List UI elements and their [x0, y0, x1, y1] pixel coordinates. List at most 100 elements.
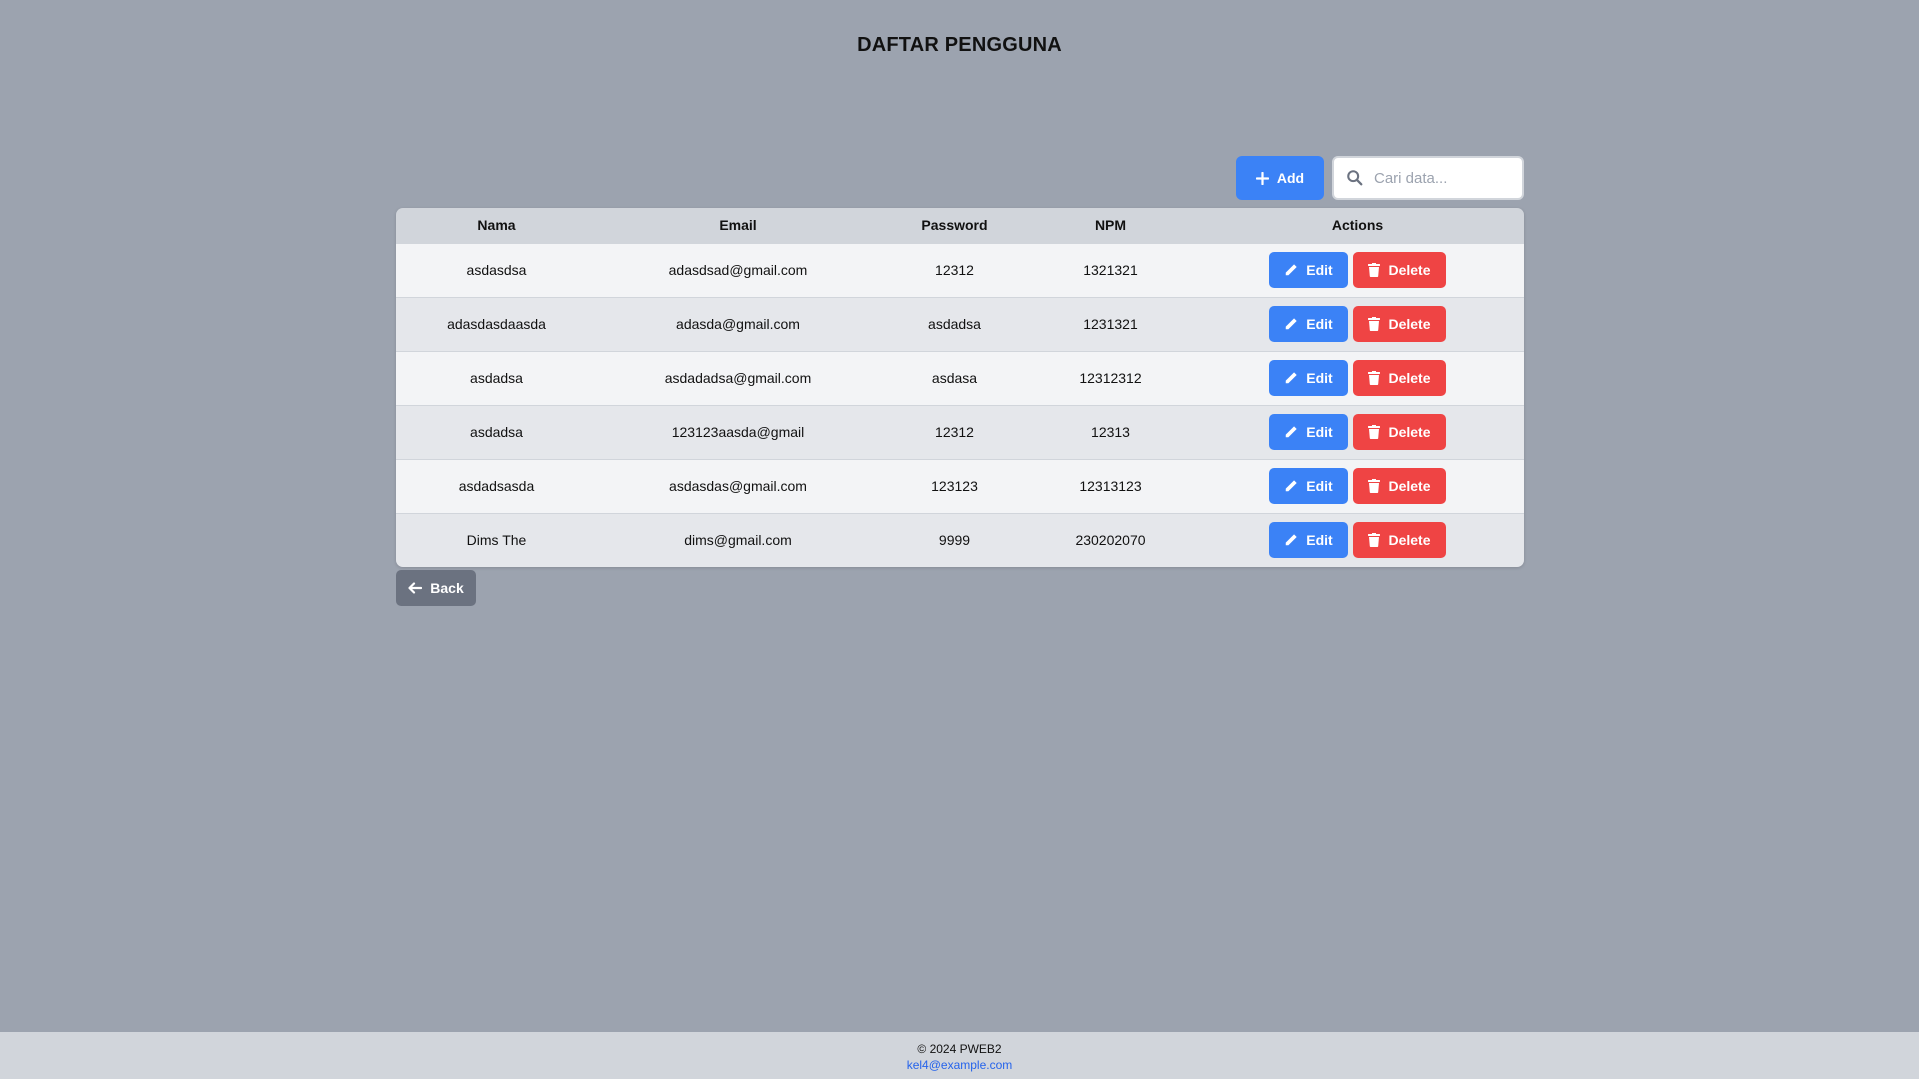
- cell-npm: 1231321: [1083, 316, 1138, 332]
- pencil-icon: [1286, 318, 1297, 330]
- cell-actions: Edit Delete: [1191, 459, 1524, 513]
- cell-password: asdadsa: [928, 316, 981, 332]
- cell-nama: asdadsa: [470, 370, 523, 386]
- arrow-left-icon: [408, 582, 423, 594]
- header-password: Password: [921, 217, 988, 234]
- users-table-container: Nama Email Password NPM Actions asdasdsa…: [396, 208, 1524, 567]
- cell-actions: Edit Delete: [1191, 405, 1524, 459]
- cell-nama: asdadsasda: [458, 478, 535, 494]
- header-nama: Nama: [477, 217, 516, 234]
- cell-email: adasdsad@gmail.com: [668, 262, 808, 278]
- back-button[interactable]: Back: [396, 570, 476, 606]
- delete-button-label: Delete: [1388, 532, 1431, 548]
- delete-button[interactable]: Delete: [1353, 252, 1446, 288]
- table-row: asdasdsa adasdsad@gmail.com 12312 1321321 Ed…: [396, 243, 1524, 297]
- cell-password: 12312: [935, 424, 974, 440]
- row-actions: Edit Delete: [1191, 406, 1524, 459]
- cell-npm: 12313123: [1079, 478, 1142, 494]
- table-row: asdadsa asdadadsa@gmail.com asdasa 12312312…: [396, 351, 1524, 405]
- edit-button[interactable]: Edit: [1269, 522, 1348, 558]
- trash-icon: [1368, 263, 1381, 277]
- table-body: asdasdsa adasdsad@gmail.com 12312 1321321 Ed…: [396, 243, 1524, 567]
- footer-copyright: © 2024 PWEB2: [917, 1042, 1002, 1056]
- pencil-icon: [1286, 480, 1297, 492]
- header-email: Email: [719, 217, 757, 234]
- delete-button-label: Delete: [1388, 370, 1431, 386]
- row-actions: Edit Delete: [1191, 352, 1524, 405]
- cell-password: asdasa: [931, 370, 978, 386]
- cell-actions: Edit Delete: [1191, 513, 1524, 567]
- trash-icon: [1368, 371, 1381, 385]
- cell-npm: 1321321: [1083, 262, 1138, 278]
- cell-npm: 12313: [1091, 424, 1130, 440]
- cell-email: 123123aasda@gmail: [671, 424, 805, 440]
- delete-button[interactable]: Delete: [1353, 522, 1446, 558]
- header-actions: Actions: [1331, 217, 1384, 234]
- delete-button[interactable]: Delete: [1353, 306, 1446, 342]
- edit-button-label: Edit: [1306, 532, 1333, 548]
- footer-email-link[interactable]: kel4@example.com: [0, 1057, 1919, 1073]
- plus-icon: [1255, 171, 1269, 185]
- cell-actions: Edit Delete: [1191, 351, 1524, 405]
- footer: © 2024 PWEB2 kel4@example.com: [0, 1032, 1919, 1079]
- cell-nama: Dims The: [466, 532, 527, 548]
- trash-icon: [1368, 479, 1381, 493]
- row-actions: Edit Delete: [1191, 460, 1524, 513]
- search-box[interactable]: [1332, 156, 1524, 200]
- delete-button-label: Delete: [1388, 262, 1431, 278]
- add-button-label: Add: [1276, 170, 1305, 186]
- edit-button[interactable]: Edit: [1269, 414, 1348, 450]
- delete-button-label: Delete: [1388, 316, 1431, 332]
- cell-actions: Edit Delete: [1191, 297, 1524, 351]
- cell-nama: adasdasdaasda: [447, 316, 546, 332]
- trash-icon: [1368, 317, 1381, 331]
- edit-button-label: Edit: [1306, 370, 1333, 386]
- back-button-label: Back: [430, 580, 464, 596]
- trash-icon: [1368, 533, 1381, 547]
- edit-button-label: Edit: [1306, 262, 1333, 278]
- pencil-icon: [1286, 372, 1297, 384]
- pencil-icon: [1286, 264, 1297, 276]
- edit-button[interactable]: Edit: [1269, 306, 1348, 342]
- table-row: asdadsa 123123aasda@gmail 12312 12313 Edit De…: [396, 405, 1524, 459]
- edit-button[interactable]: Edit: [1269, 360, 1348, 396]
- row-actions: Edit Delete: [1191, 514, 1524, 567]
- cell-nama: asdadsa: [470, 424, 523, 440]
- table-row: asdadsasda asdasdas@gmail.com 123123 123131…: [396, 459, 1524, 513]
- delete-button[interactable]: Delete: [1353, 468, 1446, 504]
- trash-icon: [1368, 425, 1381, 439]
- pencil-icon: [1286, 534, 1297, 546]
- edit-button-label: Edit: [1306, 478, 1333, 494]
- cell-email: dims@gmail.com: [684, 532, 792, 548]
- cell-npm: 12312312: [1079, 370, 1142, 386]
- table-header: Nama Email Password NPM Actions: [396, 208, 1524, 243]
- row-actions: Edit Delete: [1191, 298, 1524, 351]
- add-button[interactable]: Add: [1236, 156, 1324, 200]
- cell-nama: asdasdsa: [466, 262, 527, 278]
- edit-button[interactable]: Edit: [1269, 252, 1348, 288]
- cell-npm: 230202070: [1075, 532, 1146, 548]
- delete-button-label: Delete: [1388, 424, 1431, 440]
- page-title: DAFTAR PENGGUNA: [857, 34, 1062, 56]
- search-icon: [1347, 170, 1363, 186]
- cell-password: 9999: [938, 532, 971, 548]
- cell-email: asdadadsa@gmail.com: [664, 370, 812, 386]
- header-npm: NPM: [1094, 217, 1127, 234]
- cell-email: asdasdas@gmail.com: [669, 478, 807, 494]
- toolbar: Add: [1236, 156, 1524, 200]
- edit-button[interactable]: Edit: [1269, 468, 1348, 504]
- table-row: Dims The dims@gmail.com 9999 230202070 Edit D…: [396, 513, 1524, 567]
- delete-button[interactable]: Delete: [1353, 360, 1446, 396]
- delete-button-label: Delete: [1388, 478, 1431, 494]
- edit-button-label: Edit: [1306, 424, 1333, 440]
- edit-button-label: Edit: [1306, 316, 1333, 332]
- pencil-icon: [1286, 426, 1297, 438]
- users-table: Nama Email Password NPM Actions asdasdsa…: [396, 208, 1524, 567]
- cell-password: 123123: [931, 478, 978, 494]
- cell-password: 12312: [935, 262, 974, 278]
- cell-email: adasda@gmail.com: [676, 316, 800, 332]
- delete-button[interactable]: Delete: [1353, 414, 1446, 450]
- cell-actions: Edit Delete: [1191, 243, 1524, 297]
- table-row: adasdasdaasda adasda@gmail.com asdadsa 1231…: [396, 297, 1524, 351]
- row-actions: Edit Delete: [1191, 244, 1524, 297]
